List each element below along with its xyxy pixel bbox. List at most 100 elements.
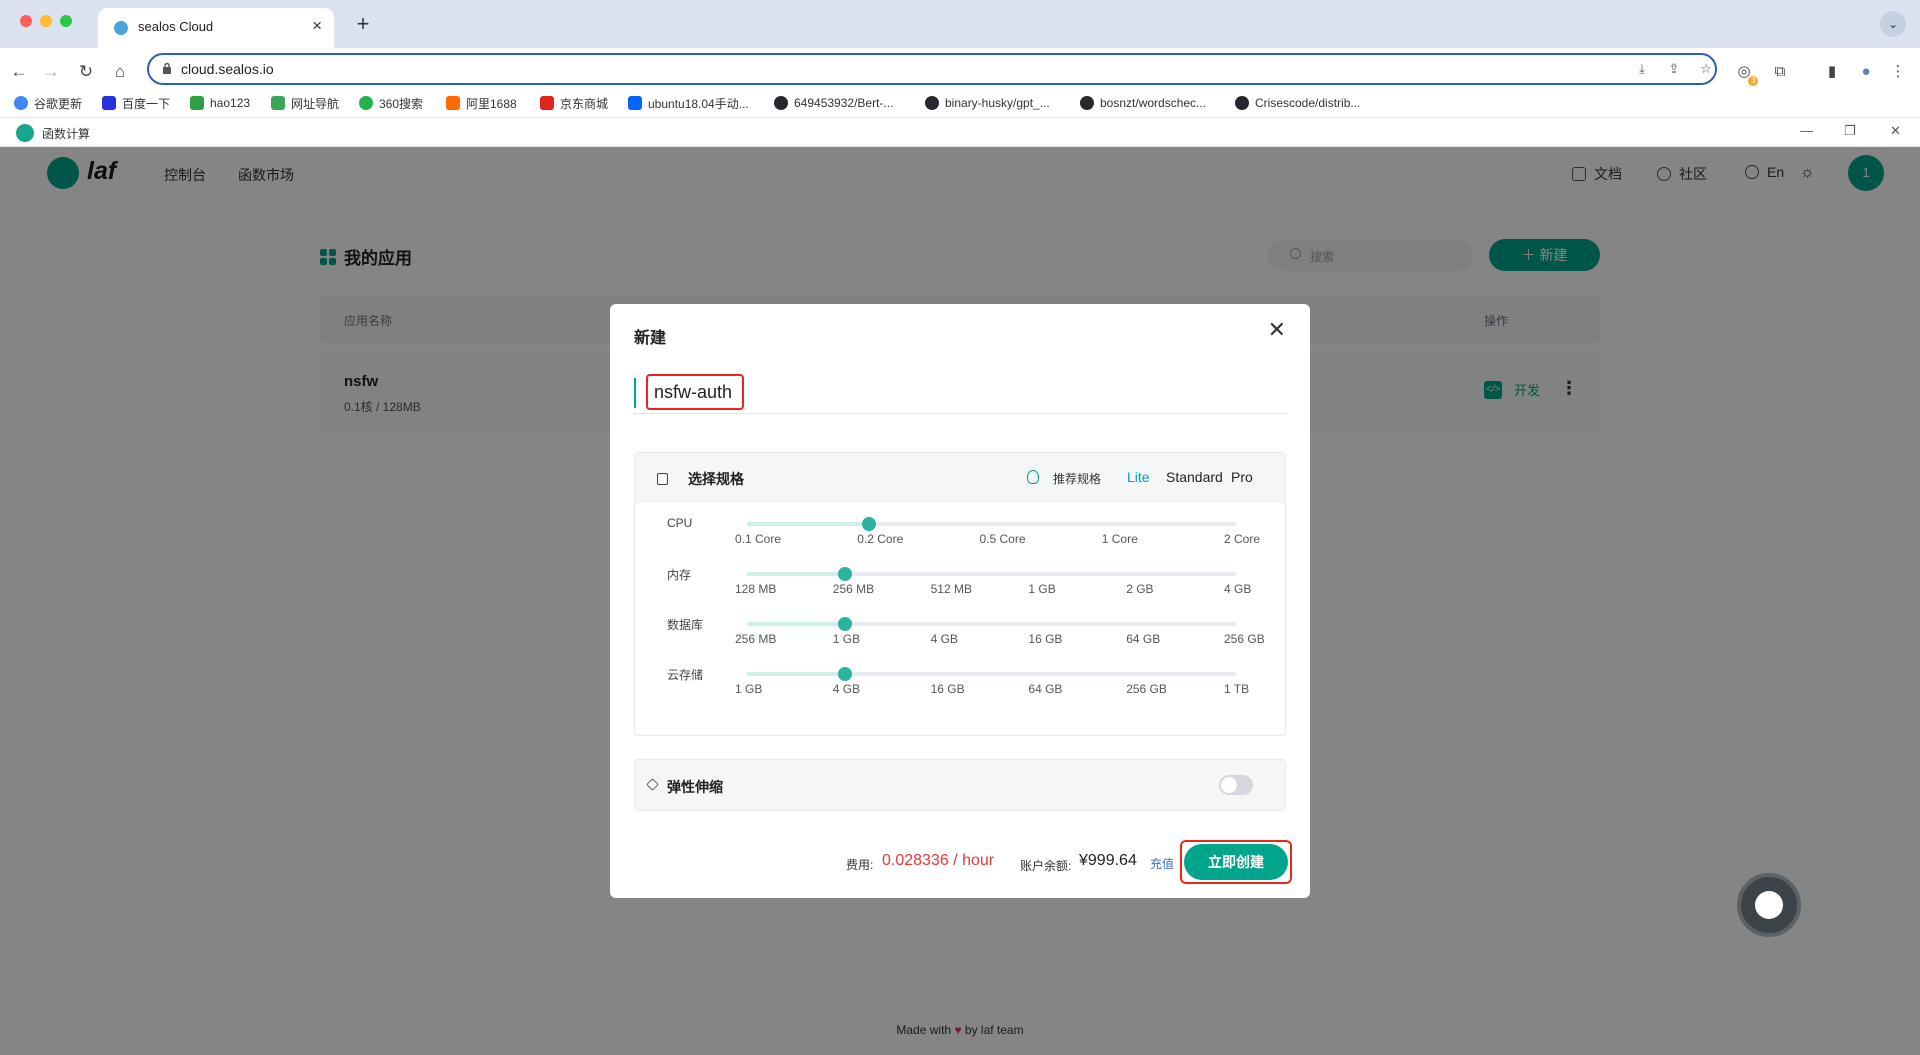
- tier-standard[interactable]: Standard: [1166, 469, 1223, 485]
- bookmark-item[interactable]: Crisescode/distrib...: [1235, 94, 1360, 112]
- bookmark-item[interactable]: bosnzt/wordschec...: [1080, 94, 1206, 112]
- tab-search-chevron-icon[interactable]: ⌄: [1880, 11, 1906, 37]
- home-icon[interactable]: ⌂: [108, 60, 132, 84]
- modal-footer: 费用: 0.028336 / hour 账户余额: ¥999.64 充值 立即创…: [610, 840, 1310, 884]
- slider-tick-label[interactable]: 0.1 Core: [735, 532, 781, 546]
- bookmark-item[interactable]: 649453932/Bert-...: [774, 94, 893, 112]
- browser-menu-icon[interactable]: ⋮: [1886, 60, 1910, 84]
- window-minimize-dot[interactable]: [40, 15, 52, 27]
- address-bar[interactable]: cloud.sealos.io ⤓ ⇪ ☆: [147, 53, 1717, 85]
- slider-thumb[interactable]: [837, 667, 852, 681]
- puzzle-extensions-icon[interactable]: ⧉: [1768, 60, 1792, 84]
- forward-arrow-icon[interactable]: →: [39, 60, 63, 84]
- browser-tab[interactable]: sealos Cloud ×: [98, 8, 334, 48]
- bookmark-item[interactable]: 阿里1688: [446, 94, 517, 112]
- url-text: cloud.sealos.io: [181, 61, 274, 77]
- github-icon: [1235, 96, 1249, 110]
- modal-title: 新建: [634, 330, 667, 347]
- app-close-icon[interactable]: ✕: [1890, 123, 1901, 139]
- slider-tick-label[interactable]: 4 GB: [931, 632, 958, 646]
- create-now-button[interactable]: 立即创建: [1184, 844, 1288, 880]
- spec-section: 选择规格 推荐规格 Lite Standard Pro CPU 0.1 Core 0…: [634, 452, 1286, 736]
- slider-thumb[interactable]: [862, 517, 877, 531]
- elastic-toggle[interactable]: [1219, 775, 1253, 795]
- slider-tick-label[interactable]: 1 GB: [1028, 582, 1055, 596]
- github-icon: [1080, 96, 1094, 110]
- slider-tick-label[interactable]: 0.5 Core: [980, 532, 1026, 546]
- slider-fill: [747, 622, 845, 626]
- slider-label: 数据库: [667, 618, 704, 632]
- bookmark-item[interactable]: 360搜索: [359, 94, 423, 112]
- tier-pro[interactable]: Pro: [1231, 469, 1253, 485]
- recommend-label: 推荐规格: [1053, 472, 1102, 486]
- laf-app-icon: [16, 124, 34, 142]
- tier-lite[interactable]: Lite: [1127, 469, 1150, 485]
- app-restore-icon[interactable]: ❐: [1844, 123, 1856, 139]
- slider-tick-label[interactable]: 64 GB: [1126, 632, 1160, 646]
- slider-track[interactable]: [747, 617, 1236, 631]
- slider-tick-label[interactable]: 256 MB: [735, 632, 776, 646]
- window-zoom-dot[interactable]: [60, 15, 72, 27]
- balance-label: 账户余额:: [1020, 859, 1072, 873]
- bookmark-item[interactable]: 谷歌更新: [14, 94, 82, 112]
- resource-slider-row: 内存 128 MB 256 MB 512 MB 1 GB 2 GB 4 GB: [635, 566, 1285, 616]
- slider-tick-label[interactable]: 1 GB: [735, 682, 762, 696]
- bookmark-item[interactable]: ubuntu18.04手动...: [628, 94, 749, 112]
- slider-tick-label[interactable]: 4 GB: [1224, 582, 1251, 596]
- slider-tick-label[interactable]: 0.2 Core: [857, 532, 903, 546]
- resource-slider-row: 数据库 256 MB 1 GB 4 GB 16 GB 64 GB 256 GB: [635, 616, 1285, 666]
- slider-track[interactable]: [747, 667, 1236, 681]
- tab-close-icon[interactable]: ×: [312, 16, 322, 36]
- back-arrow-icon[interactable]: ←: [7, 60, 31, 84]
- slider-tick-label[interactable]: 1 GB: [833, 632, 860, 646]
- slider-tick-label[interactable]: 256 MB: [833, 582, 874, 596]
- slider-tick-label[interactable]: 64 GB: [1028, 682, 1062, 696]
- slider-tick-label[interactable]: 256 GB: [1126, 682, 1167, 696]
- slider-tick-label[interactable]: 1 Core: [1102, 532, 1138, 546]
- slider-tick-label[interactable]: 4 GB: [833, 682, 860, 696]
- slider-tick-label[interactable]: 16 GB: [1028, 632, 1062, 646]
- reload-icon[interactable]: ↻: [74, 60, 98, 84]
- bookmark-star-icon[interactable]: ☆: [1697, 60, 1715, 78]
- baidu-paw-icon: [102, 96, 116, 110]
- bookmark-item[interactable]: 百度一下: [102, 94, 170, 112]
- toggle-knob: [1221, 777, 1237, 793]
- recharge-link[interactable]: 充值: [1150, 855, 1174, 872]
- floating-assistant-button[interactable]: [1737, 873, 1801, 937]
- install-icon[interactable]: ⤓: [1633, 60, 1651, 78]
- profile-icon[interactable]: ●: [1854, 60, 1878, 84]
- 1688-icon: [446, 96, 460, 110]
- resource-slider-row: CPU 0.1 Core 0.2 Core 0.5 Core 1 Core 2 Core: [635, 516, 1285, 566]
- slider-tick-label[interactable]: 2 Core: [1224, 532, 1260, 546]
- slider-thumb[interactable]: [837, 567, 852, 581]
- balance-value: ¥999.64: [1079, 852, 1137, 869]
- app-minimize-icon[interactable]: —: [1800, 123, 1813, 138]
- slider-tick-label[interactable]: 2 GB: [1126, 582, 1153, 596]
- bookmark-item[interactable]: hao123: [190, 94, 250, 112]
- bookmark-item[interactable]: 京东商城: [540, 94, 608, 112]
- chrome-icon: [14, 96, 28, 110]
- window-close-dot[interactable]: [20, 15, 32, 27]
- tab-title: sealos Cloud: [138, 19, 214, 34]
- bookmark-item[interactable]: 网址导航: [271, 94, 339, 112]
- sealos-favicon-icon: [114, 21, 128, 35]
- slider-tick-label[interactable]: 16 GB: [931, 682, 965, 696]
- close-icon[interactable]: ✕: [1268, 318, 1286, 342]
- elastic-scaling-section: 弹性伸缩: [634, 759, 1286, 811]
- share-icon[interactable]: ⇪: [1665, 60, 1683, 78]
- slider-track[interactable]: [747, 567, 1236, 581]
- new-tab-icon[interactable]: +: [350, 12, 376, 38]
- slider-tick-label[interactable]: 256 GB: [1224, 632, 1265, 646]
- side-panel-icon[interactable]: ▮: [1820, 60, 1844, 84]
- app-name-input[interactable]: [646, 374, 744, 410]
- jd-icon: [540, 96, 554, 110]
- fee-label: 费用:: [846, 858, 874, 872]
- bookmark-item[interactable]: binary-husky/gpt_...: [925, 94, 1050, 112]
- slider-thumb[interactable]: [837, 617, 852, 631]
- slider-track[interactable]: [747, 517, 1236, 531]
- slider-tick-label[interactable]: 1 TB: [1224, 682, 1249, 696]
- zhihu-icon: [628, 96, 642, 110]
- slider-tick-label[interactable]: 128 MB: [735, 582, 776, 596]
- slider-tick-label[interactable]: 512 MB: [931, 582, 972, 596]
- browser-tab-strip: sealos Cloud × + ⌄: [0, 0, 1920, 48]
